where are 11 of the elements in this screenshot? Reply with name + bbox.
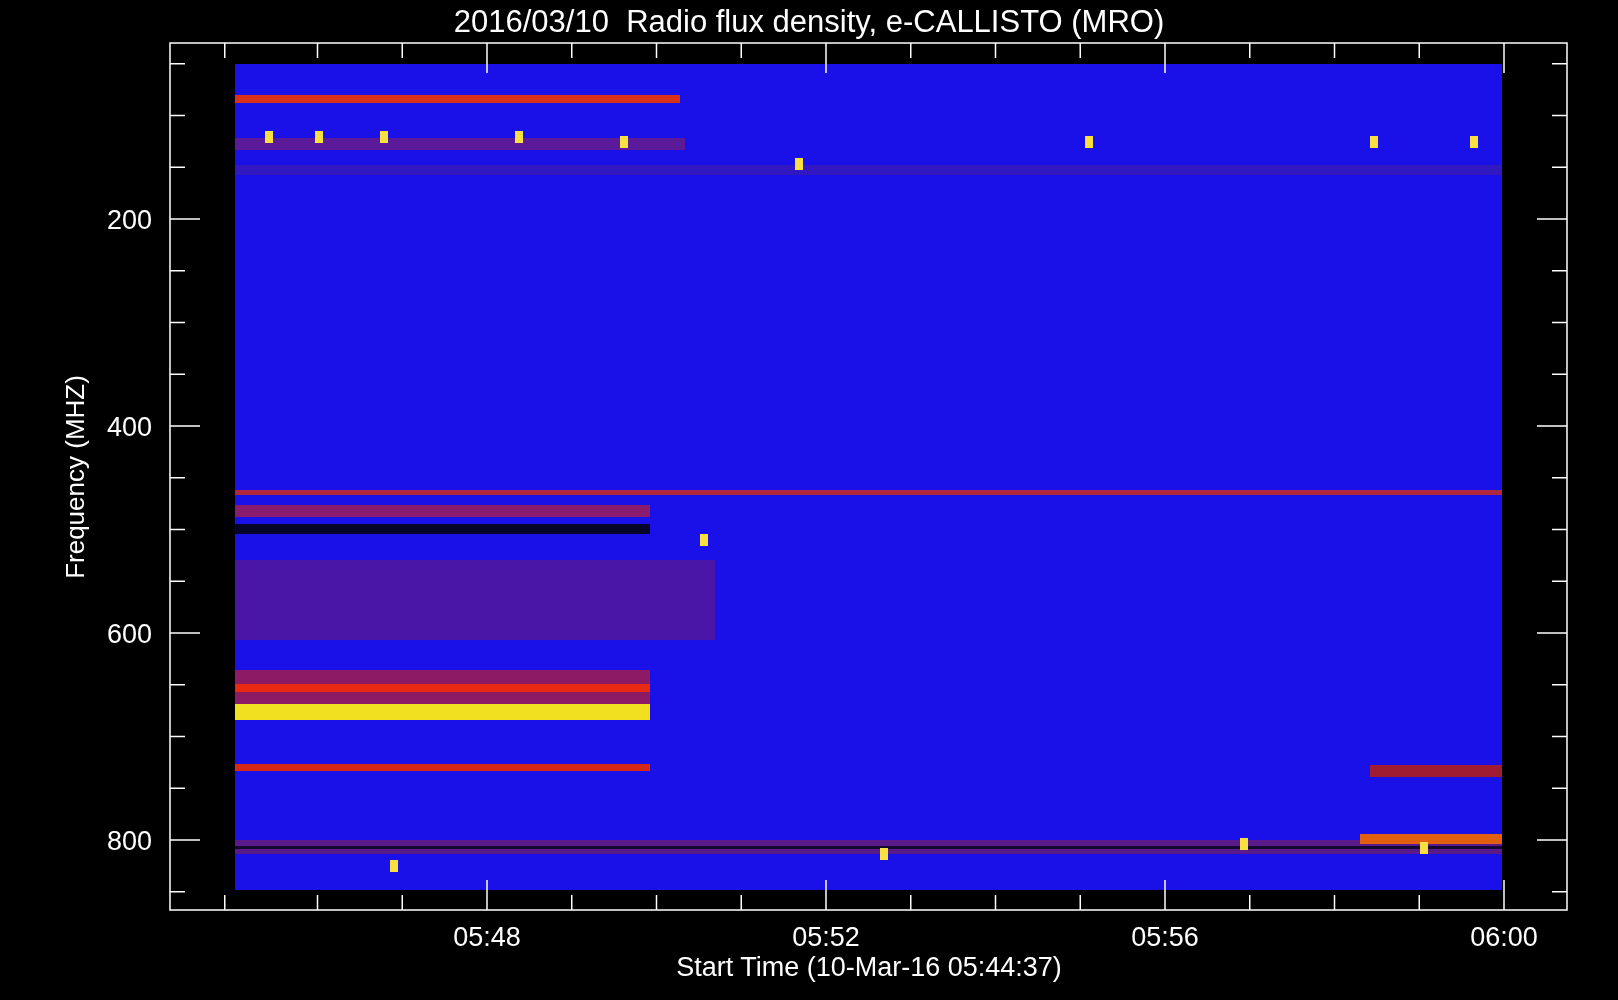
x-tick-label: 06:00 (1470, 922, 1538, 952)
x-axis-label: Start Time (10-Mar-16 05:44:37) (676, 952, 1062, 982)
y-tick-label: 800 (106, 826, 152, 856)
x-tick-label: 05:48 (453, 922, 521, 952)
chart-title: 2016/03/10 Radio flux density, e-CALLISTO (MRO) (453, 4, 1165, 39)
y-axis-label: Frequency (MHZ) (60, 375, 90, 579)
x-tick-label: 05:52 (792, 922, 860, 952)
x-tick-label: 05:56 (1131, 922, 1199, 952)
y-tick-label: 400 (106, 412, 152, 442)
y-tick-label: 200 (106, 205, 152, 235)
y-tick-label: 600 (106, 619, 152, 649)
